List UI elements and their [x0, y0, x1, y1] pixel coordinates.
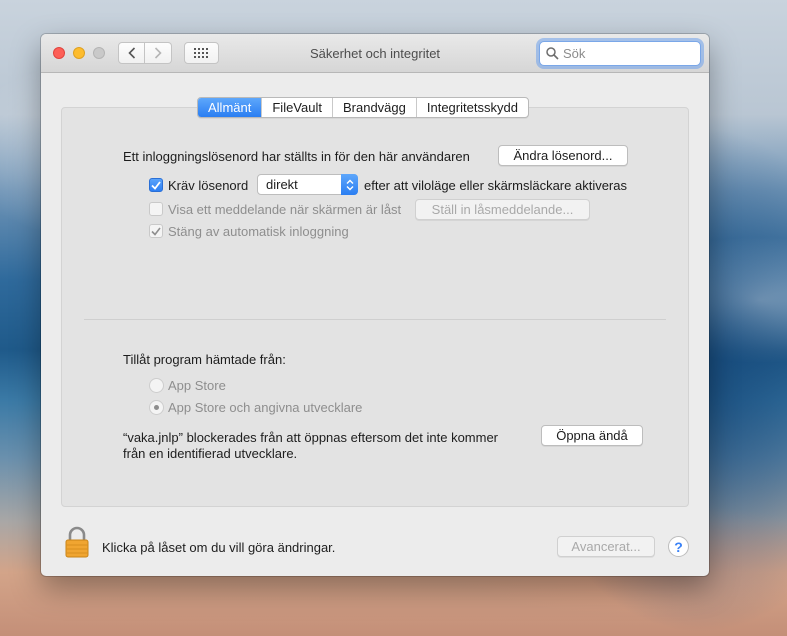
password-status-text: Ett inloggningslösenord har ställts in f… — [123, 149, 470, 164]
disable-auto-login-checkbox[interactable] — [149, 224, 163, 238]
show-message-label: Visa ett meddelande när skärmen är låst — [168, 202, 402, 217]
radio-app-store[interactable] — [149, 378, 164, 393]
open-anyway-button[interactable]: Öppna ändå — [541, 425, 643, 446]
search-input[interactable] — [563, 46, 693, 61]
section-divider — [84, 319, 666, 320]
change-password-button[interactable]: Ändra lösenord... — [498, 145, 628, 166]
require-password-label: Kräv lösenord — [168, 178, 249, 193]
radio-app-store-and-developers-label: App Store och angivna utvecklare — [168, 400, 363, 415]
search-icon — [546, 47, 559, 60]
help-icon: ? — [674, 538, 683, 555]
lock-icon[interactable] — [65, 526, 89, 558]
require-password-checkbox[interactable] — [149, 178, 163, 192]
title-bar: Säkerhet och integritet — [41, 34, 709, 73]
set-lock-message-button[interactable]: Ställ in låsmeddelande... — [415, 199, 590, 220]
disable-auto-login-label: Stäng av automatisk inloggning — [168, 224, 349, 239]
allow-apps-heading: Tillåt program hämtade från: — [123, 352, 286, 367]
show-message-checkbox[interactable] — [149, 202, 163, 216]
help-button[interactable]: ? — [668, 536, 689, 557]
updown-arrows-icon — [341, 174, 358, 195]
tab-privacy[interactable]: Integritetsskydd — [417, 98, 528, 117]
tab-bar: Allmänt FileVault Brandvägg Integritetss… — [197, 97, 529, 118]
blocked-app-message-line1: “vaka.jnlp” blockerades från att öppnas … — [123, 430, 499, 445]
search-field[interactable] — [539, 41, 701, 66]
require-password-suffix: efter att viloläge eller skärmsläckare a… — [364, 178, 627, 193]
checkmark-icon — [151, 227, 161, 236]
checkmark-icon — [151, 180, 161, 190]
tab-filevault[interactable]: FileVault — [262, 98, 333, 117]
advanced-button[interactable]: Avancerat... — [557, 536, 655, 557]
radio-app-store-label: App Store — [168, 378, 226, 393]
require-password-select-value: direkt — [266, 177, 298, 192]
tab-firewall[interactable]: Brandvägg — [333, 98, 417, 117]
lock-instruction-text: Klicka på låset om du vill göra ändringa… — [102, 540, 336, 555]
preferences-window: Säkerhet och integritet Allmänt FileVaul… — [41, 34, 709, 576]
radio-selected-dot — [154, 405, 159, 410]
require-password-select[interactable]: direkt — [257, 174, 358, 195]
blocked-app-message-line2: från en identifierad utvecklare. — [123, 446, 298, 461]
radio-app-store-and-developers[interactable] — [149, 400, 164, 415]
tab-general[interactable]: Allmänt — [198, 98, 263, 117]
